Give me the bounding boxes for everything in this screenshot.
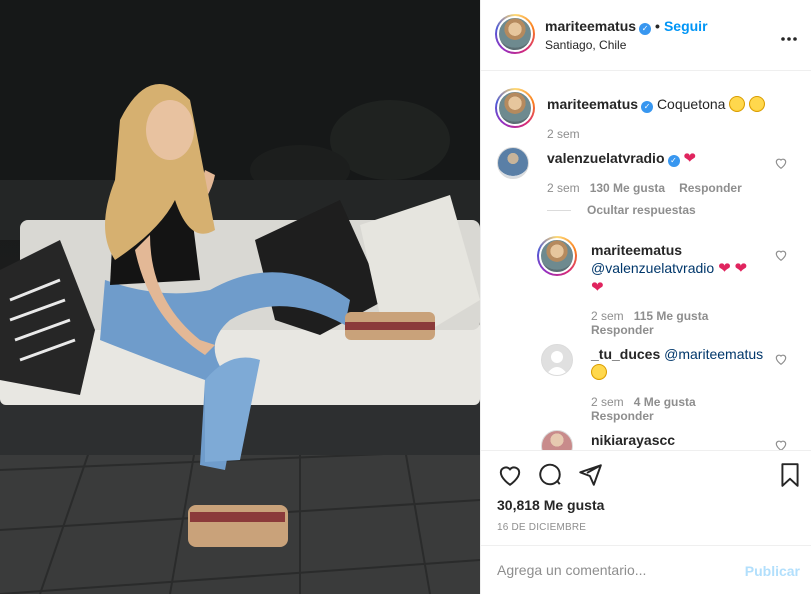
reply-time[interactable]: 2 sem [591, 309, 624, 323]
red-heart-emoji-icon: ❤ [683, 150, 696, 167]
caption-text: Coquetona [656, 96, 726, 112]
reply-avatar[interactable] [541, 344, 573, 376]
verified-badge-icon: ✓ [667, 155, 680, 167]
save-bookmark-icon[interactable] [779, 462, 801, 488]
red-heart-emoji-icon: ❤ [718, 260, 731, 277]
reply-button[interactable]: Responder [591, 323, 654, 337]
post-side-panel: mariteematus ✓ • Seguir Santiago, Chile mar… [480, 0, 811, 594]
post-header: mariteematus ✓ • Seguir Santiago, Chile [481, 0, 811, 71]
reply-button[interactable]: Responder [679, 181, 742, 195]
caption-username[interactable]: mariteematus [547, 96, 638, 112]
red-heart-emoji-icon: ❤ [734, 260, 748, 277]
comment-meta: 2 sem 130 Me gusta Responder [547, 181, 742, 195]
reply-button[interactable]: Responder [591, 409, 654, 423]
like-comment-heart-icon[interactable] [774, 248, 788, 262]
like-heart-icon[interactable] [497, 462, 523, 488]
reply-username[interactable]: _tu_duces [591, 346, 660, 362]
reply-meta: 2 sem 115 Me gusta [591, 309, 708, 323]
comment-likes[interactable]: 130 Me gusta [590, 181, 665, 195]
like-comment-heart-icon[interactable] [774, 438, 788, 450]
comment-time[interactable]: 2 sem [547, 181, 580, 195]
verified-badge-icon: ✓ [639, 23, 652, 35]
reply-likes[interactable]: 115 Me gusta [634, 309, 709, 323]
smirk-emoji-icon [729, 96, 746, 112]
publish-button[interactable]: Publicar [745, 563, 800, 579]
reply-username[interactable]: nikiarayascc [591, 432, 675, 448]
reply-text-row: mariteematus @valenzuelatvradio ❤ ❤ ❤ [591, 241, 791, 297]
post-date[interactable]: 16 DE DICIEMBRE [497, 522, 586, 533]
comments-list[interactable]: mariteematus ✓ Coquetona 2 sem valenzuela… [481, 72, 811, 450]
reply-text-row: nikiarayascc [591, 431, 675, 449]
surprised-emoji-icon [591, 364, 607, 380]
photo-illustration [0, 0, 480, 594]
like-comment-heart-icon[interactable] [774, 156, 788, 170]
verified-badge-icon: ✓ [641, 101, 654, 113]
comment-input[interactable] [497, 560, 737, 580]
reply-text-row: _tu_duces @mariteematus [591, 345, 791, 381]
caption-text-row: mariteematus ✓ Coquetona [547, 95, 766, 113]
reply-mention[interactable]: @valenzuelatvradio [591, 260, 714, 276]
reply-avatar[interactable] [537, 236, 577, 276]
caption-time[interactable]: 2 sem [547, 127, 580, 141]
likes-count[interactable]: 30,818 Me gusta [497, 497, 604, 513]
reply-time[interactable]: 2 sem [591, 395, 624, 409]
author-avatar[interactable] [495, 14, 535, 54]
caption-avatar[interactable] [495, 88, 535, 128]
tongue-emoji-icon [749, 96, 766, 112]
hide-replies-button[interactable]: Ocultar respuestas [587, 203, 696, 217]
author-username[interactable]: mariteematus [545, 18, 636, 34]
separator-dot: • [655, 18, 660, 34]
reply-meta: 2 sem 4 Me gusta [591, 395, 696, 409]
header-username-row: mariteematus ✓ • Seguir [545, 18, 708, 35]
commenter-avatar[interactable] [497, 147, 529, 179]
comment-username[interactable]: valenzuelatvradio [547, 150, 665, 166]
follow-button[interactable]: Seguir [664, 18, 708, 34]
post-photo[interactable] [0, 0, 480, 594]
share-send-icon[interactable] [577, 462, 603, 488]
red-heart-emoji-icon: ❤ [591, 279, 604, 296]
add-comment-bar: Publicar [481, 545, 811, 594]
reply-likes[interactable]: 4 Me gusta [634, 395, 696, 409]
reply-mention[interactable]: @mariteematus [664, 346, 763, 362]
post-location[interactable]: Santiago, Chile [545, 38, 626, 52]
like-comment-heart-icon[interactable] [774, 352, 788, 366]
comment-text-row: valenzuelatvradio ✓ ❤ [547, 149, 696, 168]
comment-bubble-icon[interactable] [537, 462, 563, 488]
more-options-icon[interactable] [780, 26, 798, 47]
divider-line [547, 210, 571, 211]
post-actions: 30,818 Me gusta 16 DE DICIEMBRE [481, 450, 811, 545]
reply-username[interactable]: mariteematus [591, 242, 682, 258]
reply-avatar[interactable] [541, 430, 573, 450]
